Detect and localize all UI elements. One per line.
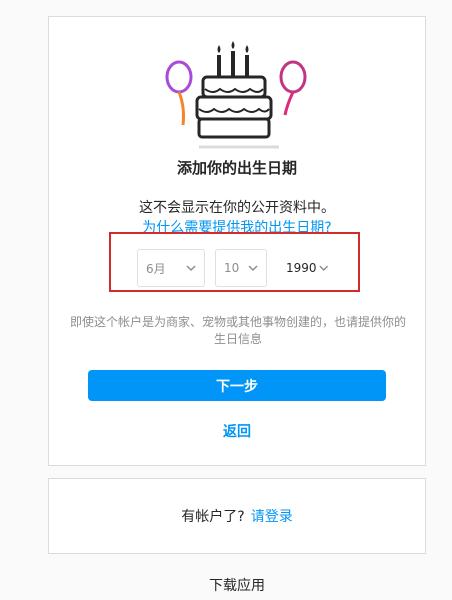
page-title: 添加你的出生日期: [176, 159, 297, 177]
login-link[interactable]: 请登录: [251, 506, 293, 526]
month-value: 6月: [146, 261, 166, 276]
day-value: 10: [224, 261, 240, 275]
next-button[interactable]: 下一步: [88, 370, 386, 401]
chevron-down-icon: [186, 265, 196, 272]
chevron-down-icon: [318, 265, 328, 271]
download-app-text: 下载应用: [209, 578, 265, 594]
month-select[interactable]: 6月: [137, 249, 205, 287]
day-select[interactable]: 10: [215, 249, 267, 287]
have-account-text: 有帐户了?: [181, 509, 245, 525]
birthday-info-note: 即使这个帐户是为商家、宠物或其他事物创建的，也请提供你的生日信息: [69, 315, 406, 346]
birthday-cake-illustration: [165, 41, 307, 149]
year-value: 1990: [286, 261, 317, 275]
back-link[interactable]: 返回: [49, 421, 425, 441]
year-select[interactable]: 1990: [277, 249, 337, 287]
login-card: 有帐户了? 请登录: [48, 478, 426, 554]
privacy-note: 这不会显示在你的公开资料中。: [139, 200, 335, 216]
chevron-down-icon: [248, 265, 258, 272]
birthday-card: 添加你的出生日期 这不会显示在你的公开资料中。 为什么需要提供我的出生日期? 6…: [48, 16, 426, 466]
